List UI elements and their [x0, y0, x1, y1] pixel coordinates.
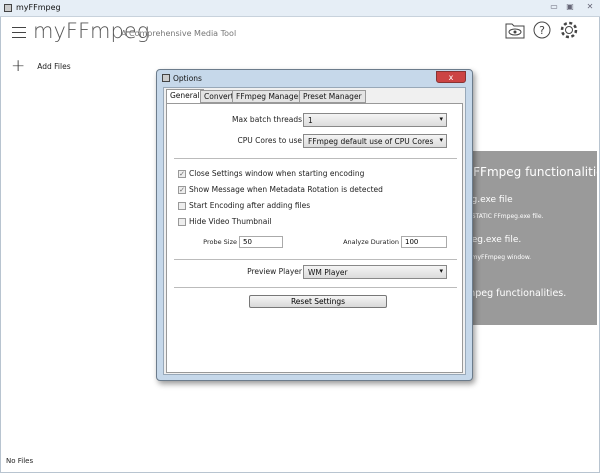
- close-settings-checkbox[interactable]: ✓ Close Settings window when starting enc…: [178, 169, 364, 178]
- info-line: e myFFmpeg window.: [466, 254, 532, 261]
- dialog-close-button[interactable]: x: [436, 71, 466, 83]
- app-subtitle: A Comprehensive Media Tool: [121, 29, 237, 38]
- info-line: d STATIC FFmpeg.exe file.: [466, 213, 544, 220]
- cpu-cores-label: CPU Cores to use: [237, 136, 302, 145]
- gear-icon[interactable]: [559, 20, 579, 40]
- tab-ffmpeg-manager[interactable]: FFmpeg Manager: [232, 90, 306, 103]
- tab-preset-manager[interactable]: Preset Manager: [299, 90, 366, 103]
- checkbox-label: Show Message when Metadata Rotation is d…: [189, 185, 383, 194]
- menu-icon[interactable]: [12, 27, 26, 38]
- minimize-button[interactable]: ▭: [546, 2, 562, 11]
- checkbox-label: Start Encoding after adding files: [189, 201, 311, 210]
- cpu-cores-select[interactable]: FFmpeg default use of CPU Cores: [303, 134, 447, 148]
- divider: [174, 158, 457, 159]
- close-button[interactable]: ✕: [582, 2, 598, 11]
- divider: [174, 287, 457, 288]
- preview-player-select[interactable]: WM Player: [303, 265, 447, 279]
- plus-icon: +: [11, 56, 26, 76]
- preview-player-label: Preview Player: [247, 267, 302, 276]
- max-batch-threads-select[interactable]: 1: [303, 113, 447, 127]
- folder-eye-icon[interactable]: [505, 21, 525, 39]
- checkbox-label: Close Settings window when starting enco…: [189, 169, 365, 178]
- maximize-button[interactable]: ▣: [562, 2, 578, 11]
- analyze-duration-label: Analyze Duration: [343, 238, 399, 246]
- dialog-title: Options: [173, 74, 202, 83]
- info-line: mpeg functionalities.: [466, 288, 567, 299]
- hide-thumbnail-checkbox[interactable]: Hide Video Thumbnail: [178, 217, 272, 226]
- add-files-label: Add Files: [37, 62, 71, 71]
- checkbox-icon: [178, 201, 186, 210]
- checkbox-label: Hide Video Thumbnail: [189, 217, 272, 226]
- start-encoding-checkbox[interactable]: Start Encoding after adding files: [178, 201, 310, 210]
- help-icon[interactable]: ?: [533, 21, 551, 39]
- info-line: peg.exe file.: [466, 235, 522, 245]
- reset-settings-button[interactable]: Reset Settings: [249, 295, 387, 308]
- probe-size-label: Probe Size: [203, 238, 237, 246]
- show-rotation-message-checkbox[interactable]: ✓ Show Message when Metadata Rotation is …: [178, 185, 383, 194]
- app-icon: [4, 4, 12, 12]
- divider: [174, 259, 457, 260]
- window-title: myFFmpeg: [16, 3, 61, 12]
- window-titlebar: myFFmpeg ▭ ▣ ✕: [0, 0, 600, 17]
- checkbox-icon: [178, 217, 186, 226]
- probe-size-input[interactable]: 50: [239, 236, 283, 248]
- svg-text:?: ?: [539, 24, 545, 37]
- info-line: l FFmpeg functionalitie: [466, 165, 597, 179]
- analyze-duration-input[interactable]: 100: [401, 236, 447, 248]
- dialog-icon: [162, 74, 170, 82]
- checkbox-icon: ✓: [178, 169, 186, 178]
- dialog-body: General Convert FFmpeg Manager Preset Ma…: [163, 87, 466, 375]
- checkbox-icon: ✓: [178, 185, 186, 194]
- status-text: No Files: [6, 457, 34, 465]
- info-panel: l FFmpeg functionalitie eg.exe file d ST…: [466, 151, 597, 325]
- add-files-button[interactable]: + Add Files: [11, 58, 71, 75]
- options-dialog: Options x General Convert FFmpeg Manager…: [156, 69, 473, 381]
- tab-general[interactable]: General: [166, 89, 204, 104]
- max-batch-threads-label: Max batch threads: [232, 115, 302, 124]
- general-panel: Max batch threads 1 CPU Cores to use FFm…: [166, 103, 463, 373]
